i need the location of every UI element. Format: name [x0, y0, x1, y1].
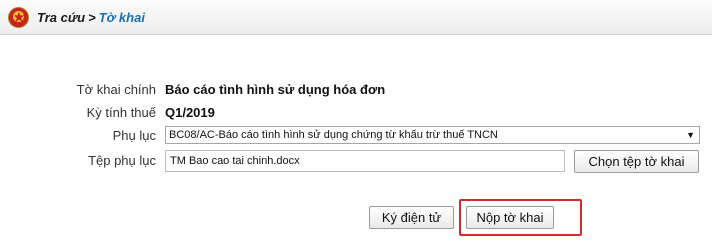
- appendix-file-label: Tệp phụ lục: [88, 153, 156, 168]
- breadcrumb-separator: >: [88, 10, 96, 25]
- tax-period-value: Q1/2019: [165, 105, 215, 120]
- breadcrumb-item-lookup[interactable]: Tra cứu: [37, 10, 85, 25]
- appendix-label: Phụ lục: [112, 128, 156, 143]
- declaration-label: Tờ khai chính: [76, 82, 156, 97]
- dropdown-arrow-icon[interactable]: ▼: [686, 127, 695, 143]
- breadcrumb: Tra cứu > Tờ khai: [37, 10, 145, 25]
- submit-declaration-button[interactable]: Nộp tờ khai: [466, 206, 554, 229]
- digital-sign-button[interactable]: Ký điện tử: [369, 206, 454, 229]
- choose-file-button[interactable]: Chọn tệp tờ khai: [574, 150, 699, 173]
- national-emblem-icon: [8, 7, 29, 28]
- tax-period-label: Kỳ tính thuế: [86, 105, 156, 120]
- declaration-value: Báo cáo tình hình sử dụng hóa đơn: [165, 82, 386, 97]
- top-bar: Tra cứu > Tờ khai: [0, 0, 712, 35]
- appendix-select-value: BC08/AC-Báo cáo tình hình sử dụng chứng …: [169, 129, 498, 141]
- appendix-file-input[interactable]: TM Bao cao tai chinh.docx: [165, 150, 565, 172]
- breadcrumb-item-declaration[interactable]: Tờ khai: [99, 10, 145, 25]
- appendix-select[interactable]: BC08/AC-Báo cáo tình hình sử dụng chứng …: [165, 126, 700, 144]
